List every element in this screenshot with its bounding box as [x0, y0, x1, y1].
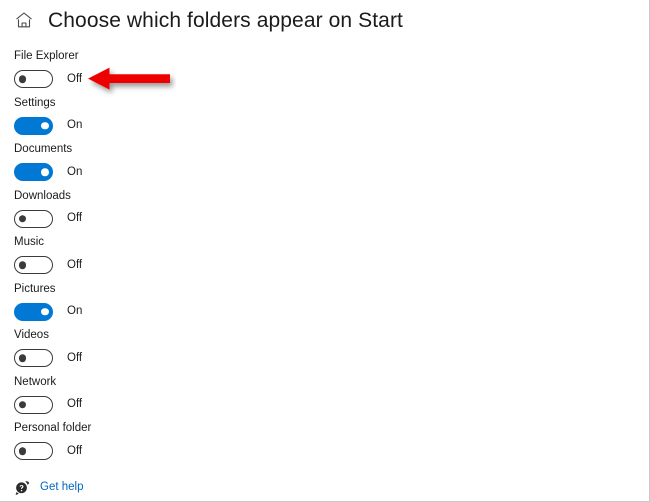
folder-label: Videos — [14, 329, 49, 341]
toggle-knob — [18, 214, 26, 223]
toggle-knob — [41, 307, 49, 316]
folder-label: Personal folder — [14, 422, 92, 434]
toggle-state-label: Off — [67, 398, 83, 410]
toggle-knob — [18, 400, 26, 409]
toggle-state-label: Off — [67, 72, 83, 85]
toggle-state-label: On — [67, 305, 83, 317]
toggle-network[interactable] — [14, 395, 53, 414]
folder-label: Pictures — [14, 282, 56, 295]
folder-label: Network — [14, 375, 57, 388]
folder-row-personal-folder: Personal folder Off — [14, 422, 274, 469]
folder-row-videos: Videos Off — [14, 329, 274, 376]
toggle-line: On — [14, 116, 274, 135]
page-title: Choose which folders appear on Start — [48, 8, 403, 32]
folder-label: Music — [14, 236, 45, 248]
settings-page: Choose which folders appear on Start Fil… — [0, 0, 650, 502]
folder-row-downloads: Downloads Off — [14, 190, 274, 237]
toggle-line: Off — [14, 442, 274, 460]
toggle-state-label: On — [67, 119, 83, 131]
get-help-link[interactable]: Get help — [40, 481, 83, 494]
toggle-pictures[interactable] — [14, 302, 53, 321]
folder-row-file-explorer: File Explorer Off — [14, 50, 274, 97]
toggle-state-label: Off — [67, 212, 83, 224]
toggle-personal-folder[interactable] — [14, 442, 53, 460]
folder-label: Settings — [14, 96, 56, 109]
toggle-state-label: Off — [67, 258, 83, 271]
toggle-music[interactable] — [14, 256, 53, 274]
toggle-downloads[interactable] — [14, 209, 53, 228]
toggle-knob — [18, 75, 26, 83]
toggle-file-explorer[interactable] — [14, 70, 53, 88]
toggle-knob — [18, 447, 26, 455]
folder-row-music: Music Off — [14, 236, 274, 283]
toggle-line: Off — [14, 209, 274, 228]
folder-toggle-list: File Explorer Off Settings On Documents — [14, 50, 274, 469]
toggle-line: Off — [14, 70, 274, 88]
toggle-line: Off — [14, 395, 274, 414]
toggle-videos[interactable] — [14, 349, 53, 367]
folder-label: Downloads — [14, 189, 71, 202]
toggle-line: On — [14, 163, 274, 181]
toggle-knob — [41, 168, 49, 176]
toggle-line: On — [14, 302, 274, 321]
folder-label: Documents — [14, 143, 73, 155]
home-icon[interactable] — [14, 10, 34, 30]
toggle-knob — [18, 261, 26, 269]
help-question-bubble-icon[interactable] — [14, 479, 31, 496]
toggle-state-label: Off — [67, 444, 83, 457]
folder-row-documents: Documents On — [14, 143, 274, 190]
page-header: Choose which folders appear on Start — [0, 0, 403, 40]
toggle-knob — [18, 354, 26, 362]
folder-label: File Explorer — [14, 50, 79, 62]
toggle-settings[interactable] — [14, 116, 53, 135]
folder-row-settings: Settings On — [14, 97, 274, 144]
toggle-line: Off — [14, 349, 274, 367]
footer: Get help — [14, 479, 83, 496]
toggle-documents[interactable] — [14, 163, 53, 181]
folder-row-network: Network Off — [14, 376, 274, 423]
toggle-knob — [41, 121, 49, 130]
folder-row-pictures: Pictures On — [14, 283, 274, 330]
toggle-state-label: On — [67, 165, 83, 178]
toggle-line: Off — [14, 256, 274, 274]
toggle-state-label: Off — [67, 351, 83, 364]
